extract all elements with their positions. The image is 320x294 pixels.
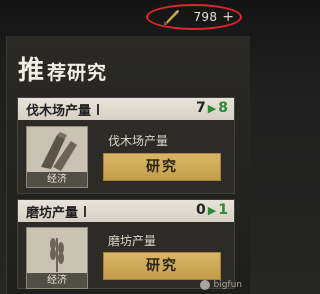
lumber-icon [41,132,77,171]
arrow-right-icon: ▶ [207,101,217,115]
level-current: 7 [196,100,206,116]
card-description: 伐木场产量 [108,134,169,148]
card-description: 磨坊产量 [108,234,157,248]
arrow-right-icon: ▶ [207,203,217,217]
card-title: 伐木场产量 [26,103,92,119]
research-button[interactable]: 研究 [103,252,221,280]
card-header: 磨坊产量 0 ▶ 1 [18,200,234,222]
currency-display[interactable]: 798 + [146,4,242,30]
top-bar: 798 + [0,0,250,32]
research-card[interactable]: 伐木场产量 7 ▶ 8 经济 伐木场产量 研究 [17,97,235,194]
quill-icon [164,10,179,25]
section-title-first: 推 [18,56,45,86]
card-title: 磨坊产量 [26,205,79,221]
research-thumbnail: 经济 [26,227,88,289]
level-next: 8 [218,100,228,116]
wheat-icon [50,238,64,272]
section-title-rest: 荐研究 [47,62,108,84]
level-next: 1 [218,202,228,218]
card-header: 伐木场产量 7 ▶ 8 [18,98,234,120]
watermark-text: bigfun [213,280,242,290]
research-thumbnail: 经济 [26,126,88,188]
research-card[interactable]: 磨坊产量 0 ▶ 1 经济 磨坊产量 研究 [17,199,235,289]
level-current: 0 [196,202,206,218]
category-tag: 经济 [27,172,87,187]
highlight-circle [146,4,242,30]
category-tag: 经济 [27,273,87,288]
section-title: 推 荐研究 [18,50,107,87]
level-indicator: 0 ▶ 1 [196,202,228,218]
level-indicator: 7 ▶ 8 [196,100,228,116]
watermark: bigfun [200,280,242,290]
logo-icon [200,280,211,290]
research-button[interactable]: 研究 [103,153,221,181]
divider [97,103,100,115]
divider [84,205,87,217]
